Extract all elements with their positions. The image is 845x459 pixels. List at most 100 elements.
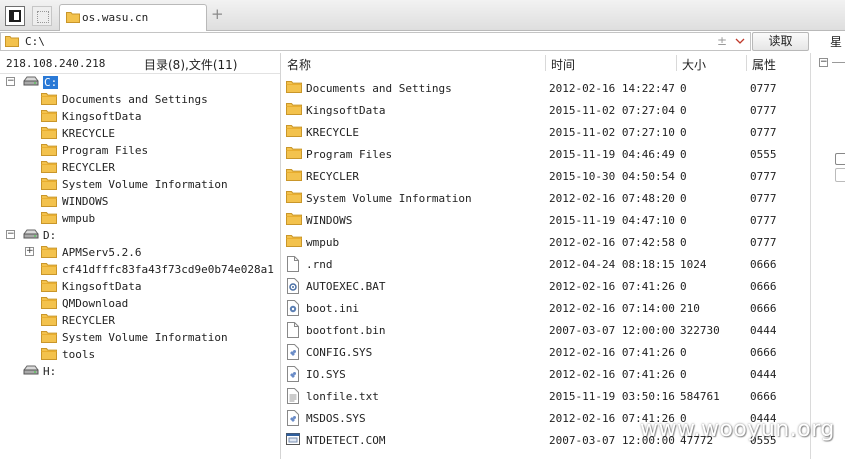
path-value: C:\ [25, 35, 45, 48]
collapse-icon[interactable]: − [819, 58, 828, 67]
side-panel: − [810, 53, 845, 459]
collapse-icon[interactable]: − [6, 230, 15, 239]
file-time: 2012-02-16 07:48:20 [549, 192, 675, 205]
drive-icon [22, 364, 40, 379]
file-size: 210 [680, 302, 700, 315]
file-attr: 0777 [750, 82, 777, 95]
ini-icon [286, 300, 300, 319]
file-row[interactable]: KingsoftData 2015-11-02 07:27:04 0 0777 [282, 99, 810, 121]
tab-title: os.wasu.cn [82, 11, 149, 24]
plus-minus-icon[interactable]: ± [717, 34, 727, 48]
panel-tool-icon[interactable] [835, 153, 845, 165]
folder-icon [41, 143, 57, 159]
sys-icon [286, 410, 300, 429]
file-size: 584761 [680, 390, 720, 403]
file-attr: 0666 [750, 346, 777, 359]
file-time: 2012-02-16 07:14:00 [549, 302, 675, 315]
file-row[interactable]: IO.SYS 2012-02-16 07:41:26 0 0444 [282, 363, 810, 385]
folder-icon [41, 313, 57, 329]
file-row[interactable]: boot.ini 2012-02-16 07:14:00 210 0666 [282, 297, 810, 319]
file-size: 1024 [680, 258, 707, 271]
folder-icon [41, 330, 57, 346]
file-row[interactable]: bootfont.bin 2007-03-07 12:00:00 322730 044… [282, 319, 810, 341]
file-icon [286, 256, 300, 275]
folder-icon [286, 102, 302, 118]
folder-icon [41, 92, 57, 108]
column-attr[interactable]: 属性 [752, 56, 776, 73]
file-size: 322730 [680, 324, 720, 337]
drive-icon [22, 228, 40, 243]
column-time[interactable]: 时间 [551, 56, 575, 73]
column-name[interactable]: 名称 [287, 56, 311, 73]
file-row[interactable]: WINDOWS 2015-11-19 04:47:10 0 0777 [282, 209, 810, 231]
file-row[interactable]: AUTOEXEC.BAT 2012-02-16 07:41:26 0 0666 [282, 275, 810, 297]
file-time: 2015-11-19 04:46:49 [549, 148, 675, 161]
file-row[interactable]: lonfile.txt 2015-11-19 03:50:16 584761 0666 [282, 385, 810, 407]
file-attr: 0444 [750, 324, 777, 337]
file-size: 0 [680, 236, 687, 249]
path-input[interactable]: C:\ ± [0, 32, 751, 51]
file-time: 2007-03-07 12:00:00 [549, 324, 675, 337]
file-name: RECYCLER [306, 170, 359, 183]
column-size[interactable]: 大小 [682, 56, 706, 73]
file-name: boot.ini [306, 302, 359, 315]
file-row[interactable]: RECYCLER 2015-10-30 04:50:54 0 0777 [282, 165, 810, 187]
file-row[interactable]: Program Files 2015-11-19 04:46:49 0 0555 [282, 143, 810, 165]
file-name: System Volume Information [306, 192, 472, 205]
folder-icon [286, 146, 302, 162]
file-name: AUTOEXEC.BAT [306, 280, 386, 293]
tree-label: KingsoftData [62, 280, 142, 293]
file-row[interactable]: CONFIG.SYS 2012-02-16 07:41:26 0 0666 [282, 341, 810, 363]
file-time: 2015-10-30 04:50:54 [549, 170, 675, 183]
file-row[interactable]: .rnd 2012-04-24 08:18:15 1024 0666 [282, 253, 810, 275]
file-name: Documents and Settings [306, 82, 452, 95]
file-size: 0 [680, 280, 687, 293]
expand-icon[interactable]: + [25, 247, 34, 256]
inactive-tab-icon[interactable] [32, 6, 52, 26]
add-tab-button[interactable]: + [211, 6, 224, 22]
tree-label: Program Files [62, 144, 149, 157]
tree-label: Documents and Settings [62, 93, 208, 106]
file-time: 2012-02-16 07:41:26 [549, 368, 675, 381]
tree-label: WINDOWS [62, 195, 109, 208]
file-size: 0 [680, 126, 687, 139]
tree-label: System Volume Information [62, 178, 228, 191]
file-size: 0 [680, 192, 687, 205]
file-size: 0 [680, 368, 687, 381]
file-size: 0 [680, 82, 687, 95]
window-layout-icon[interactable] [5, 6, 25, 26]
file-row[interactable]: wmpub 2012-02-16 07:42:58 0 0777 [282, 231, 810, 253]
tree-label: C: [43, 76, 59, 89]
tree-label: APMServ5.2.6 [62, 246, 142, 259]
folder-icon [286, 212, 302, 228]
tree-label: D: [43, 229, 57, 242]
file-time: 2012-04-24 08:18:15 [549, 258, 675, 271]
file-attr: 0777 [750, 236, 777, 249]
bat-icon [286, 278, 300, 297]
chevron-down-icon[interactable] [735, 36, 745, 46]
file-icon [286, 322, 300, 341]
file-attr: 0777 [750, 170, 777, 183]
tab-os-wasu[interactable]: os.wasu.cn [59, 4, 207, 31]
collapse-icon[interactable]: − [6, 77, 15, 86]
folder-icon [41, 211, 57, 227]
file-attr: 0666 [750, 302, 777, 315]
read-button[interactable]: 读取 [752, 32, 809, 51]
drive-icon [22, 75, 40, 90]
file-attr: 0444 [750, 368, 777, 381]
folder-icon [41, 126, 57, 142]
directory-tree-pane: 218.108.240.218 目录(8),文件(11) − C: Document… [0, 53, 281, 459]
file-row[interactable]: System Volume Information 2012-02-16 07:4… [282, 187, 810, 209]
watermark: www.wooyun.org [640, 417, 835, 442]
file-name: CONFIG.SYS [306, 346, 373, 359]
folder-icon [66, 11, 80, 26]
file-row[interactable]: KRECYCLE 2015-11-02 07:27:10 0 0777 [282, 121, 810, 143]
item-count: 目录(8),文件(11) [144, 58, 238, 72]
file-time: 2012-02-16 14:22:47 [549, 82, 675, 95]
file-row[interactable]: Documents and Settings 2012-02-16 14:22:4… [282, 77, 810, 99]
tree-header: 218.108.240.218 目录(8),文件(11) [0, 53, 280, 74]
file-attr: 0666 [750, 390, 777, 403]
hand-icon[interactable] [835, 168, 845, 182]
file-attr: 0666 [750, 258, 777, 271]
tree-label: System Volume Information [62, 331, 228, 344]
